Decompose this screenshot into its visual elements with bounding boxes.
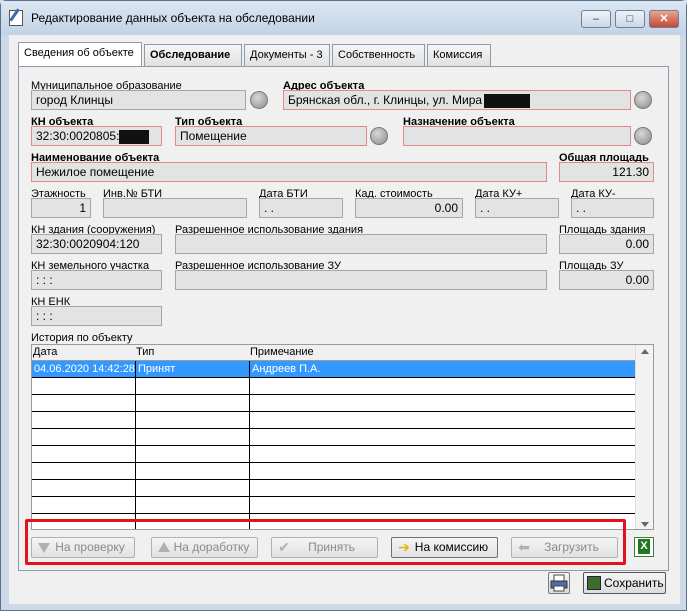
close-button[interactable]: ✕ — [649, 10, 679, 28]
inv-field[interactable] — [103, 198, 247, 218]
building-area-field[interactable]: 0.00 — [559, 234, 654, 254]
tab-commission[interactable]: Комиссия — [427, 44, 491, 66]
kn-land-field[interactable]: : : : — [31, 270, 162, 290]
title-bar: Редактирование данных объекта на обследо… — [1, 1, 686, 35]
table-row[interactable] — [32, 497, 635, 514]
redacted-block — [119, 129, 150, 144]
row-type: Принят — [138, 363, 176, 375]
printer-icon — [550, 574, 568, 592]
grid-scrollbar[interactable] — [635, 345, 653, 529]
save-button[interactable]: Сохранить — [583, 572, 666, 594]
row-note: Андреев П.А. — [252, 363, 321, 375]
table-row[interactable]: 04.06.2020 14:42:28 Принят Андреев П.А. — [32, 361, 635, 378]
building-use-field[interactable] — [175, 234, 547, 254]
purpose-select-button[interactable] — [634, 127, 652, 145]
kn-building-field[interactable]: 32:30:0020904:120 — [31, 234, 162, 254]
tab-ownership[interactable]: Собственность — [332, 44, 425, 66]
window-title: Редактирование данных объекта на обследо… — [31, 11, 315, 25]
save-button-label: Сохранить — [604, 576, 664, 590]
address-select-button[interactable] — [634, 91, 652, 109]
checkmark-icon: ✔ — [278, 539, 290, 555]
accept-button-label: Принять — [308, 540, 355, 554]
maximize-button[interactable]: □ — [615, 10, 645, 28]
arrow-left-icon: ⬅ — [518, 539, 530, 555]
column-divider — [249, 361, 250, 529]
municipality-select-button[interactable] — [250, 91, 268, 109]
municipality-field[interactable]: город Клинцы — [31, 90, 246, 110]
excel-export-icon[interactable] — [634, 537, 654, 557]
history-label: История по объекту — [31, 332, 133, 344]
enk-field[interactable]: : : : — [31, 306, 162, 326]
kn-field[interactable]: 32:30:0020805: — [31, 126, 162, 146]
tab-inspection[interactable]: Обследование — [144, 44, 242, 66]
grid-header: Дата Тип Примечание — [32, 345, 635, 361]
arrow-right-icon: ➔ — [398, 539, 410, 555]
arrow-up-icon — [158, 541, 170, 554]
table-row[interactable] — [32, 395, 635, 412]
table-row[interactable] — [32, 378, 635, 395]
rework-button[interactable]: На доработку — [151, 537, 258, 558]
accept-button[interactable]: ✔ Принять — [271, 537, 378, 558]
ku-plus-field[interactable]: . . — [475, 198, 559, 218]
minimize-button[interactable]: ‒ — [581, 10, 611, 28]
kn-text: 32:30:0020805: — [36, 129, 120, 143]
address-text: Брянская обл., г. Клинцы, ул. Мира — [288, 93, 483, 107]
table-row[interactable] — [32, 480, 635, 497]
type-select-button[interactable] — [370, 127, 388, 145]
row-date: 04.06.2020 14:42:28 — [34, 363, 135, 375]
area-field[interactable]: 121.30 — [559, 162, 654, 182]
table-row[interactable] — [32, 412, 635, 429]
column-header-note[interactable]: Примечание — [250, 346, 314, 358]
commission-button-label: На комиссию — [414, 540, 489, 554]
history-grid[interactable]: Дата Тип Примечание 04.06.2020 14:42:28 … — [31, 344, 654, 530]
column-header-date[interactable]: Дата — [33, 346, 57, 358]
column-divider — [135, 361, 136, 529]
purpose-field[interactable] — [403, 126, 631, 146]
commission-button[interactable]: ➔ На комиссию — [391, 537, 498, 558]
ku-minus-field[interactable]: . . — [571, 198, 654, 218]
land-area-field[interactable]: 0.00 — [559, 270, 654, 290]
type-field[interactable]: Помещение — [175, 126, 367, 146]
load-button-label: Загрузить — [544, 540, 599, 554]
name-field[interactable]: Нежилое помещение — [31, 162, 547, 182]
cad-cost-field[interactable]: 0.00 — [355, 198, 463, 218]
column-header-type[interactable]: Тип — [136, 346, 154, 358]
redacted-block — [484, 93, 531, 108]
address-field[interactable]: Брянская обл., г. Клинцы, ул. Мира — [283, 90, 631, 110]
check-button[interactable]: На проверку — [31, 537, 135, 558]
table-row[interactable] — [32, 429, 635, 446]
scroll-down-icon[interactable] — [641, 522, 649, 527]
land-use-field[interactable] — [175, 270, 547, 290]
rework-button-label: На доработку — [173, 540, 250, 554]
print-button[interactable] — [548, 572, 570, 594]
scroll-up-icon[interactable] — [641, 349, 649, 354]
load-button[interactable]: ⬅ Загрузить — [511, 537, 618, 558]
arrow-down-icon — [38, 541, 50, 554]
floors-field[interactable]: 1 — [31, 198, 91, 218]
tab-documents[interactable]: Документы - 3 — [244, 44, 330, 66]
table-row[interactable] — [32, 446, 635, 463]
check-button-label: На проверку — [55, 540, 125, 554]
table-row[interactable] — [32, 463, 635, 480]
tab-object-info[interactable]: Сведения об объекте — [18, 42, 142, 66]
edit-icon — [9, 10, 23, 26]
bti-date-field[interactable]: . . — [259, 198, 343, 218]
save-icon — [587, 576, 601, 590]
